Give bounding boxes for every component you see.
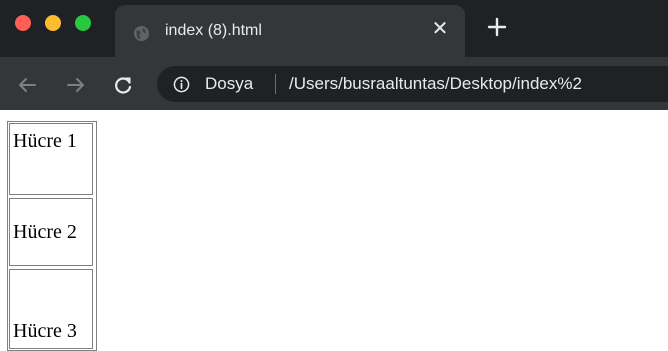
- tab-close-icon[interactable]: ✕: [429, 18, 451, 40]
- table-cell: Hücre 3: [9, 269, 93, 349]
- info-icon[interactable]: [173, 76, 190, 93]
- browser-toolbar: Dosya /Users/busraaltuntas/Desktop/index…: [0, 57, 668, 110]
- reload-icon[interactable]: [112, 74, 134, 96]
- table-cell: Hücre 1: [9, 123, 93, 195]
- omnibox-divider: [275, 74, 276, 94]
- scheme-label: Dosya: [205, 74, 254, 93]
- window-zoom-button[interactable]: [75, 15, 91, 31]
- forward-arrow-icon[interactable]: [65, 74, 87, 96]
- table-cell: Hücre 2: [9, 198, 93, 266]
- table: Hücre 1 Hücre 2 Hücre 3: [7, 121, 97, 351]
- address-bar[interactable]: Dosya /Users/busraaltuntas/Desktop/index…: [157, 66, 668, 102]
- back-arrow-icon[interactable]: [16, 74, 38, 96]
- cell-text: Hücre 3: [13, 320, 77, 342]
- url-text[interactable]: /Users/busraaltuntas/Desktop/index%2: [289, 73, 582, 95]
- page-content: Hücre 1 Hücre 2 Hücre 3: [0, 110, 668, 351]
- tab-title: index (8).html: [165, 22, 262, 39]
- tab-strip: index (8).html ✕: [0, 0, 668, 57]
- window-close-button[interactable]: [15, 15, 31, 31]
- cell-text: Hücre 2: [13, 221, 77, 243]
- cell-text: Hücre 1: [13, 130, 77, 152]
- new-tab-icon[interactable]: [484, 14, 510, 40]
- active-tab[interactable]: index (8).html ✕: [115, 5, 465, 57]
- window-minimize-button[interactable]: [45, 15, 61, 31]
- globe-icon: [133, 25, 150, 42]
